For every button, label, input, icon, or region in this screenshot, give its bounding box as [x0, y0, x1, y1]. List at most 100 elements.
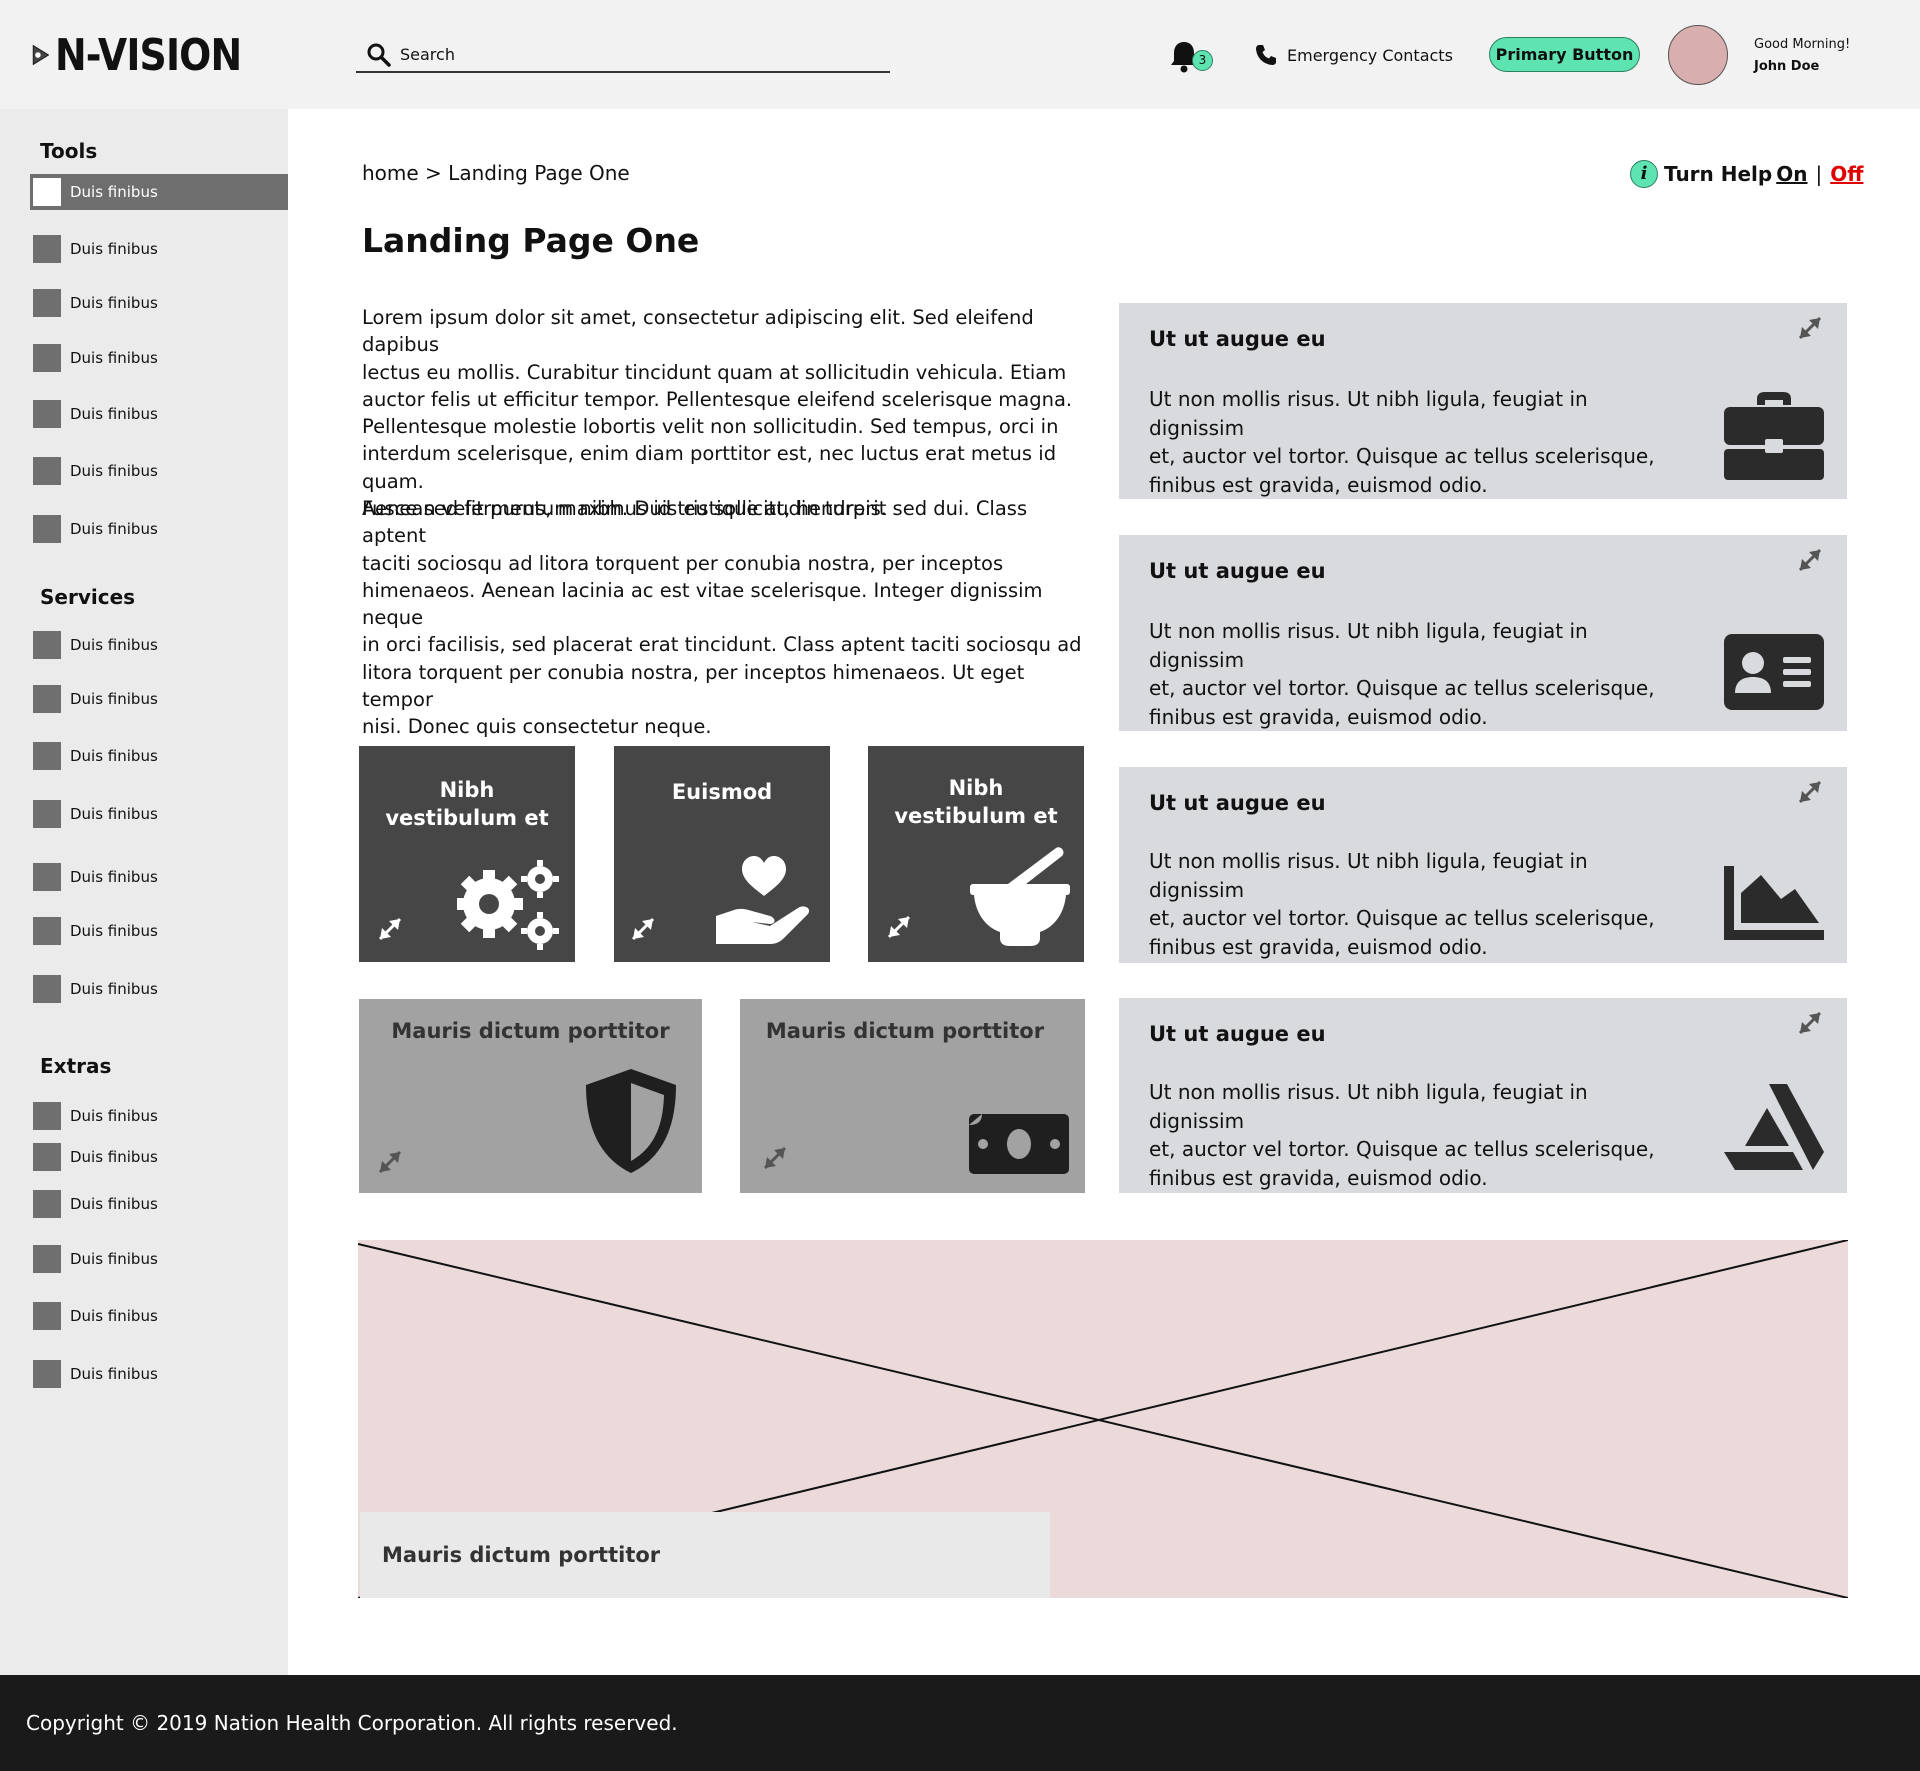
primary-button[interactable]: Primary Button	[1489, 37, 1640, 72]
search-icon	[367, 43, 391, 67]
id-card-icon	[1724, 634, 1824, 710]
checkbox-icon	[33, 289, 61, 317]
card-body-line: finibus est gravida, euismod odio.	[1149, 934, 1488, 959]
info-card-4[interactable]: Ut ut augue eu Ut non mollis risus. Ut n…	[1119, 998, 1847, 1193]
paragraph-line: himenaeos. Aenean lacinia ac est vitae s…	[362, 578, 1043, 630]
grey-tile-2[interactable]: Mauris dictum porttitor	[740, 999, 1085, 1193]
sidebar-item-label: Duis finibus	[70, 349, 158, 367]
help-separator: |	[1815, 162, 1823, 186]
sidebar-item-services-4[interactable]: Duis finibus	[30, 796, 288, 832]
card-body-line: finibus est gravida, euismod odio.	[1149, 472, 1488, 497]
sidebar-item-tools-7[interactable]: Duis finibus	[30, 511, 288, 547]
expand-icon[interactable]	[1793, 775, 1827, 809]
card-body-line: Ut non mollis risus. Ut nibh ligula, feu…	[1149, 387, 1588, 440]
checkbox-icon	[33, 1102, 61, 1130]
dark-tile-2[interactable]: Euismod	[614, 746, 830, 962]
help-label: Turn Help	[1664, 162, 1773, 186]
checkbox-icon	[33, 917, 61, 945]
sidebar-item-extras-1[interactable]: Duis finibus	[30, 1098, 288, 1134]
paragraph-line: Pellentesque molestie lobortis velit non…	[362, 415, 1059, 439]
grey-tile-1[interactable]: Mauris dictum porttitor	[359, 999, 702, 1193]
expand-icon[interactable]	[1793, 543, 1827, 577]
expand-icon[interactable]	[373, 912, 407, 946]
expand-icon[interactable]	[626, 912, 660, 946]
sidebar-item-tools-1[interactable]: Duis finibus	[30, 174, 288, 210]
card-body-line: et, auctor vel tortor. Quisque ac tellus…	[1149, 676, 1655, 700]
breadcrumb[interactable]: home > Landing Page One	[362, 161, 630, 185]
sidebar-item-tools-3[interactable]: Duis finibus	[30, 285, 288, 321]
card-title: Ut ut augue eu	[1149, 1022, 1326, 1046]
sidebar-item-extras-4[interactable]: Duis finibus	[30, 1241, 288, 1277]
paragraph-line: lectus eu mollis. Curabitur tincidunt qu…	[362, 360, 1067, 384]
greeting-text: Good Morning!	[1754, 37, 1851, 52]
expand-icon[interactable]	[882, 910, 916, 944]
sidebar-item-label: Duis finibus	[70, 1148, 158, 1166]
sidebar-item-tools-4[interactable]: Duis finibus	[30, 340, 288, 376]
tile-title-line: Nibh	[948, 776, 1004, 800]
notification-count-badge: 3	[1192, 50, 1213, 71]
checkbox-icon	[33, 178, 61, 206]
info-card-1[interactable]: Ut ut augue eu Ut non mollis risus. Ut n…	[1119, 303, 1847, 499]
checkbox-icon	[33, 344, 61, 372]
sidebar-item-label: Duis finibus	[70, 462, 158, 480]
sidebar-item-services-6[interactable]: Duis finibus	[30, 913, 288, 949]
sidebar-heading-services: Services	[40, 585, 136, 609]
info-card-3[interactable]: Ut ut augue eu Ut non mollis risus. Ut n…	[1119, 767, 1847, 963]
paragraph-line: Lorem ipsum dolor sit amet, consectetur …	[362, 306, 1034, 357]
intro-paragraph-1: Lorem ipsum dolor sit amet, consectetur …	[362, 304, 1087, 522]
sidebar-item-services-2[interactable]: Duis finibus	[30, 681, 288, 717]
sidebar-item-tools-6[interactable]: Duis finibus	[30, 453, 288, 489]
sidebar-item-services-1[interactable]: Duis finibus	[30, 627, 288, 663]
checkbox-icon	[33, 235, 61, 263]
help-on-link[interactable]: On	[1776, 162, 1807, 186]
paragraph-line: in orci facilisis, sed placerat erat tin…	[362, 633, 1082, 657]
sidebar-heading-tools: Tools	[40, 139, 98, 163]
card-body-line: Ut non mollis risus. Ut nibh ligula, feu…	[1149, 849, 1588, 902]
search-bar[interactable]	[356, 38, 890, 73]
logo-text: N-VISION	[55, 29, 242, 81]
expand-icon[interactable]	[373, 1145, 407, 1179]
area-chart-icon	[1724, 866, 1824, 940]
dark-tile-1[interactable]: Nibh vestibulum et	[359, 746, 575, 962]
card-title: Ut ut augue eu	[1149, 327, 1326, 351]
sidebar-item-services-3[interactable]: Duis finibus	[30, 738, 288, 774]
logo[interactable]: N-VISION	[32, 26, 272, 84]
sidebar-item-tools-5[interactable]: Duis finibus	[30, 396, 288, 432]
sidebar-item-label: Duis finibus	[70, 980, 158, 998]
checkbox-icon	[33, 975, 61, 1003]
checkbox-icon	[33, 631, 61, 659]
sidebar-item-extras-6[interactable]: Duis finibus	[30, 1356, 288, 1392]
sidebar-item-label: Duis finibus	[70, 294, 158, 312]
info-card-2[interactable]: Ut ut augue eu Ut non mollis risus. Ut n…	[1119, 535, 1847, 731]
avatar[interactable]	[1668, 25, 1728, 85]
tile-title: Nibh vestibulum et	[359, 776, 575, 832]
checkbox-icon	[33, 800, 61, 828]
expand-icon[interactable]	[1793, 311, 1827, 345]
sidebar-item-services-5[interactable]: Duis finibus	[30, 859, 288, 895]
sidebar-item-label: Duis finibus	[70, 1195, 158, 1213]
sidebar-item-extras-3[interactable]: Duis finibus	[30, 1186, 288, 1222]
sidebar-item-label: Duis finibus	[70, 1107, 158, 1125]
dark-tile-3[interactable]: Nibh vestibulum et	[868, 746, 1084, 962]
sidebar-item-tools-2[interactable]: Duis finibus	[30, 231, 288, 267]
card-body-line: et, auctor vel tortor. Quisque ac tellus…	[1149, 1137, 1655, 1161]
tile-title: Mauris dictum porttitor	[765, 1019, 1045, 1043]
emergency-contacts-label: Emergency Contacts	[1287, 45, 1453, 65]
sidebar-item-services-7[interactable]: Duis finibus	[30, 971, 288, 1007]
emergency-contacts-link[interactable]: Emergency Contacts	[1255, 40, 1453, 70]
info-icon: i	[1630, 160, 1658, 188]
help-off-link[interactable]: Off	[1830, 162, 1863, 186]
tile-title: Nibh vestibulum et	[868, 774, 1084, 830]
user-name: John Doe	[1754, 59, 1820, 74]
search-input[interactable]	[400, 45, 870, 64]
expand-icon[interactable]	[1793, 1006, 1827, 1040]
sidebar-item-label: Duis finibus	[70, 183, 158, 201]
paragraph-line: auctor felis ut efficitur tempor. Pellen…	[362, 387, 1073, 411]
checkbox-icon	[33, 685, 61, 713]
page-title: Landing Page One	[362, 221, 700, 260]
card-body: Ut non mollis risus. Ut nibh ligula, feu…	[1149, 847, 1689, 961]
sidebar-item-extras-2[interactable]: Duis finibus	[30, 1139, 288, 1175]
sidebar-item-extras-5[interactable]: Duis finibus	[30, 1298, 288, 1334]
expand-icon[interactable]	[758, 1141, 792, 1175]
footer: Copyright © 2019 Nation Health Corporati…	[0, 1675, 1920, 1771]
